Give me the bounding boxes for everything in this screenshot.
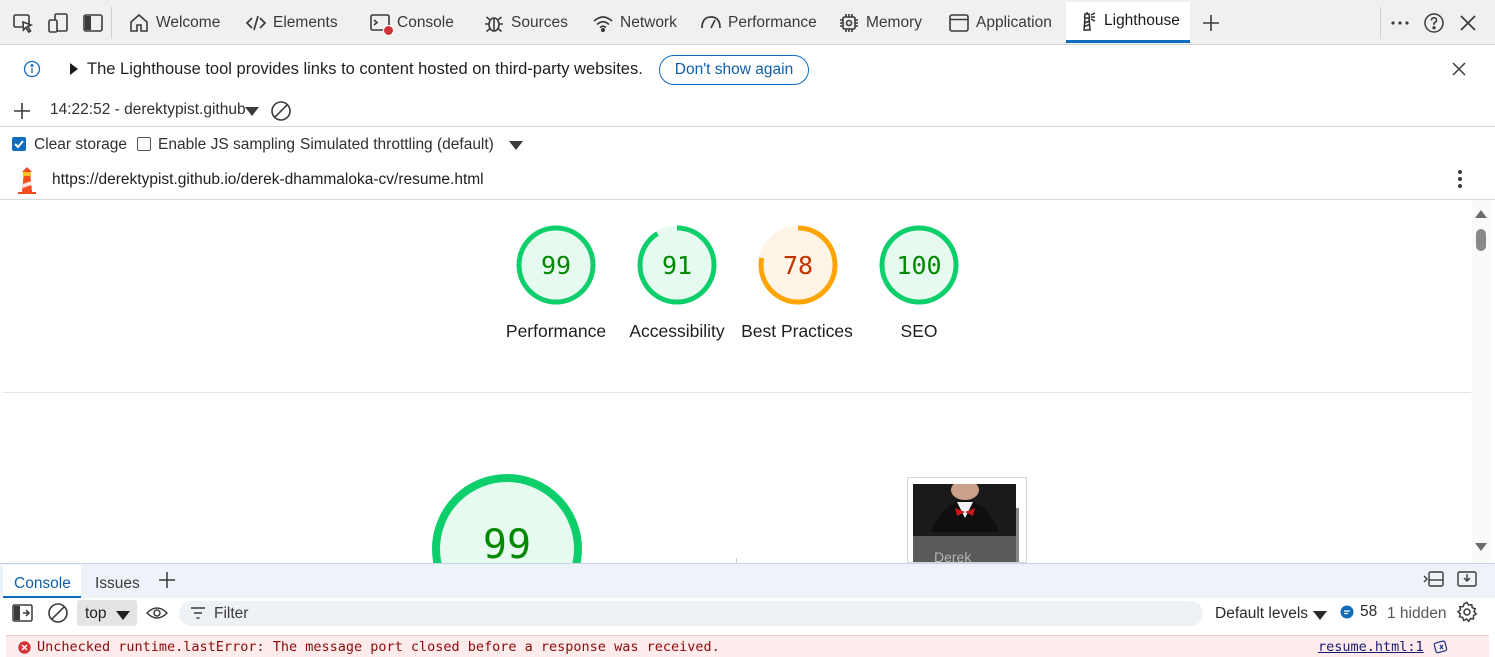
more-options-icon[interactable] bbox=[1389, 12, 1411, 34]
final-screenshot-thumbnail[interactable]: Derek bbox=[907, 477, 1027, 563]
performance-score: 99 bbox=[540, 251, 572, 280]
drawer-tab-issues[interactable]: Issues bbox=[95, 575, 140, 593]
divider bbox=[0, 199, 1495, 200]
toolbar-separator bbox=[111, 7, 112, 39]
tab-welcome-label: Welcome bbox=[156, 14, 221, 31]
new-report-icon[interactable] bbox=[12, 101, 32, 121]
sidebar-toggle-icon[interactable] bbox=[12, 603, 34, 623]
minimize-drawer-icon[interactable] bbox=[1456, 570, 1478, 588]
tab-sources[interactable]: Sources bbox=[483, 3, 568, 43]
devtools-tab-strip: Welcome Elements Console Sources Network… bbox=[0, 0, 1495, 45]
tab-elements[interactable]: Elements bbox=[245, 3, 338, 43]
throttling-dropdown-icon[interactable] bbox=[508, 139, 524, 151]
drawer-tab-console[interactable]: Console bbox=[14, 575, 71, 593]
tab-console[interactable]: Console bbox=[369, 3, 454, 43]
preview-name: Derek bbox=[934, 549, 972, 563]
console-settings-gear-icon[interactable] bbox=[1456, 601, 1478, 623]
accessibility-label: Accessibility bbox=[629, 321, 725, 341]
live-expression-eye-icon[interactable] bbox=[146, 603, 168, 623]
console-filter-input[interactable] bbox=[179, 601, 1203, 626]
add-tab-icon[interactable] bbox=[1200, 12, 1222, 34]
context-dropdown-icon bbox=[115, 609, 131, 621]
report-scrollbar[interactable] bbox=[1472, 200, 1492, 562]
section-divider bbox=[3, 392, 1471, 393]
home-icon bbox=[128, 12, 150, 34]
js-sampling-checkbox[interactable] bbox=[137, 137, 151, 151]
clear-console-icon[interactable] bbox=[47, 602, 69, 624]
clear-reports-icon[interactable] bbox=[270, 100, 292, 122]
scroll-down-icon[interactable] bbox=[1475, 542, 1487, 552]
lighthouse-logo-icon bbox=[16, 166, 38, 194]
preview-scrollbar bbox=[1016, 508, 1019, 562]
error-message: Unchecked runtime.lastError: The message… bbox=[37, 639, 720, 655]
clear-storage-checkbox[interactable] bbox=[12, 137, 26, 151]
lighthouse-icon bbox=[1076, 10, 1098, 32]
best-practices-label: Best Practices bbox=[741, 321, 853, 341]
tab-network-label: Network bbox=[620, 14, 677, 31]
tab-welcome[interactable]: Welcome bbox=[128, 3, 220, 43]
add-drawer-tab-icon[interactable] bbox=[158, 571, 176, 589]
throttling-select[interactable]: Simulated throttling (default) bbox=[300, 136, 494, 154]
tab-performance[interactable]: Performance bbox=[700, 3, 817, 43]
tab-application-label: Application bbox=[976, 14, 1052, 31]
tab-sources-label: Sources bbox=[511, 14, 568, 31]
bug-icon bbox=[483, 12, 505, 34]
close-infobar-icon[interactable] bbox=[1451, 61, 1467, 77]
info-icon bbox=[23, 60, 41, 78]
device-toolbar-icon[interactable] bbox=[47, 12, 69, 34]
report-selector[interactable]: 14:22:52 - derektypist.github bbox=[50, 101, 246, 119]
dont-show-again-button[interactable]: Don't show again bbox=[659, 55, 809, 85]
best-practices-score: 78 bbox=[782, 251, 814, 280]
infobar-message: The Lighthouse tool provides links to co… bbox=[87, 60, 643, 78]
divider bbox=[0, 126, 1495, 127]
error-source-link[interactable]: resume.html:1 bbox=[1318, 639, 1424, 655]
tab-lighthouse-label: Lighthouse bbox=[1104, 12, 1180, 29]
js-sampling-label: Enable JS sampling bbox=[158, 136, 295, 153]
tab-console-label: Console bbox=[397, 14, 454, 31]
memory-chip-icon bbox=[838, 12, 860, 34]
scroll-thumb[interactable] bbox=[1476, 229, 1486, 251]
console-icon bbox=[369, 12, 394, 36]
log-levels-select[interactable]: Default levels bbox=[1215, 605, 1308, 623]
context-label: top bbox=[85, 605, 107, 622]
tab-elements-label: Elements bbox=[273, 14, 338, 31]
seo-label: SEO bbox=[900, 321, 938, 341]
expand-triangle-icon[interactable] bbox=[68, 63, 80, 75]
performance-label: Performance bbox=[505, 321, 607, 341]
audited-url: https://derektypist.github.io/derek-dham… bbox=[52, 171, 484, 188]
code-brackets-icon bbox=[245, 12, 267, 34]
filter-icon bbox=[190, 606, 206, 620]
window-icon bbox=[948, 12, 970, 34]
filter-placeholder: Filter bbox=[214, 605, 249, 622]
error-icon bbox=[18, 641, 31, 654]
tab-lighthouse[interactable]: Lighthouse bbox=[1066, 2, 1190, 43]
tab-memory[interactable]: Memory bbox=[838, 3, 922, 43]
dock-drawer-icon[interactable] bbox=[1423, 570, 1445, 588]
speedometer-icon bbox=[700, 12, 722, 34]
inspect-element-icon[interactable] bbox=[12, 12, 34, 34]
tab-application[interactable]: Application bbox=[948, 3, 1052, 43]
close-devtools-icon[interactable] bbox=[1457, 12, 1479, 34]
toolbar-separator bbox=[1380, 7, 1381, 39]
ai-explain-icon[interactable] bbox=[1433, 640, 1451, 654]
levels-dropdown-icon[interactable] bbox=[1312, 609, 1328, 621]
tab-network[interactable]: Network bbox=[592, 3, 677, 43]
accessibility-score: 91 bbox=[661, 251, 693, 280]
tab-performance-label: Performance bbox=[728, 14, 817, 31]
error-badge-icon bbox=[383, 25, 394, 36]
message-count: 58 bbox=[1360, 603, 1378, 620]
wifi-icon bbox=[592, 12, 614, 34]
scroll-up-icon[interactable] bbox=[1475, 209, 1487, 219]
report-menu-icon[interactable] bbox=[1452, 168, 1468, 190]
dock-sidebar-icon[interactable] bbox=[82, 12, 104, 34]
tab-memory-label: Memory bbox=[866, 14, 922, 31]
seo-score: 100 bbox=[896, 251, 942, 280]
hidden-count: 1 hidden bbox=[1387, 605, 1447, 622]
dropdown-arrow-icon[interactable] bbox=[244, 105, 260, 117]
messages-icon bbox=[1340, 605, 1354, 619]
performance-big-score: 99 bbox=[482, 522, 532, 563]
clear-storage-label: Clear storage bbox=[34, 136, 128, 153]
help-icon[interactable] bbox=[1423, 12, 1445, 34]
drawer-tab-strip bbox=[0, 563, 1495, 598]
